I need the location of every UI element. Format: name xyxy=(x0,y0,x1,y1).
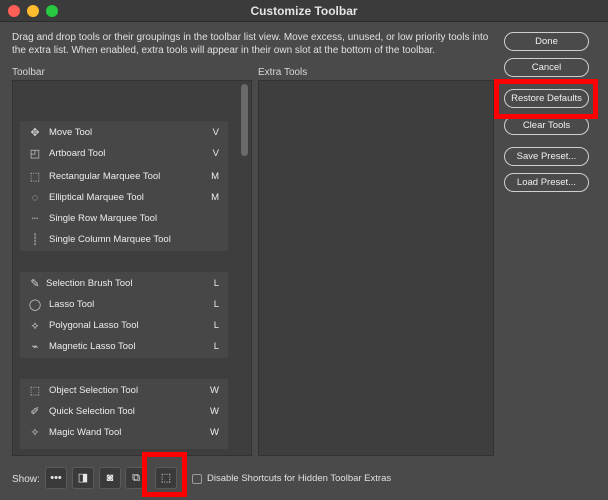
screen-mode-icon: ⧉ xyxy=(132,472,140,484)
tool-shortcut: W xyxy=(210,427,219,438)
tool-row[interactable]: ⌁ Magnetic Lasso Tool L xyxy=(20,337,228,358)
tool-shortcut: M xyxy=(211,192,219,203)
color-swatch-icon: ◨ xyxy=(77,472,89,484)
tool-name: Artboard Tool xyxy=(49,148,106,159)
show-label: Show: xyxy=(12,474,40,485)
move-icon: ✥ xyxy=(30,127,40,139)
tool-row[interactable]: ┈ Single Row Marquee Tool xyxy=(20,209,228,230)
tool-name: Polygonal Lasso Tool xyxy=(49,320,139,331)
load-preset-button[interactable]: Load Preset... xyxy=(504,173,589,192)
tool-name: Single Row Marquee Tool xyxy=(49,213,158,224)
tool-name: Quick Selection Tool xyxy=(49,406,135,417)
tool-name: Move Tool xyxy=(49,127,93,138)
tool-name: Rectangular Marquee Tool xyxy=(49,171,161,182)
tool-shortcut: L xyxy=(213,278,219,289)
tool-shortcut: W xyxy=(210,406,219,417)
lasso-icon: ◯ xyxy=(28,299,42,311)
instructions-text: Drag and drop tools or their groupings i… xyxy=(12,32,489,56)
extra-tools-list[interactable] xyxy=(258,80,494,456)
magic-wand-icon: ✧ xyxy=(30,427,40,439)
window-titlebar: Customize Toolbar xyxy=(0,0,608,22)
tool-shortcut: V xyxy=(212,148,219,159)
toolbar-list-scrollbar[interactable] xyxy=(241,84,248,156)
tool-group-selection[interactable]: ⬚ Object Selection Tool W ✐ Quick Select… xyxy=(20,379,228,449)
tool-group-marquee[interactable]: ⬚ Rectangular Marquee Tool M ◌ Elliptica… xyxy=(20,165,228,251)
tool-name: Single Column Marquee Tool xyxy=(49,234,171,245)
rect-marquee-icon: ⬚ xyxy=(29,171,41,183)
save-preset-button[interactable]: Save Preset... xyxy=(504,147,589,166)
tool-shortcut: V xyxy=(212,127,219,138)
tool-name: Selection Brush Tool xyxy=(46,278,133,289)
tool-row[interactable]: ⬚ Rectangular Marquee Tool M xyxy=(20,167,228,188)
toolbar-list-label: Toolbar xyxy=(12,67,45,78)
artboard-icon: ◰ xyxy=(29,148,41,160)
more-tools-button[interactable]: ••• xyxy=(45,467,67,489)
tool-row[interactable]: ⬚ Object Selection Tool W xyxy=(20,381,228,402)
tool-shortcut: M xyxy=(211,171,219,182)
tool-name: Magic Wand Tool xyxy=(49,427,122,438)
quick-mask-icon: ◙ xyxy=(106,472,114,484)
tool-shortcut: W xyxy=(210,385,219,396)
row-marquee-icon: ┈ xyxy=(31,213,39,225)
tool-name: Lasso Tool xyxy=(49,299,95,310)
object-selection-icon: ⬚ xyxy=(29,385,41,397)
extra-tools-label: Extra Tools xyxy=(258,67,308,78)
quick-selection-icon: ✐ xyxy=(30,406,40,418)
window-title: Customize Toolbar xyxy=(250,4,358,18)
column-marquee-icon: ┊ xyxy=(31,234,39,246)
tool-row[interactable]: ✧ Magic Wand Tool W xyxy=(20,423,228,444)
selection-brush-icon: ✎ xyxy=(30,278,40,290)
tool-shortcut: L xyxy=(213,299,219,310)
tool-name: Object Selection Tool xyxy=(49,385,139,396)
tool-row[interactable]: ✎ Selection Brush Tool L xyxy=(20,274,228,295)
tool-name: Elliptical Marquee Tool xyxy=(49,192,144,203)
tool-row[interactable]: ✥ Move Tool V xyxy=(20,123,228,144)
tool-group-move[interactable]: ✥ Move Tool V ◰ Artboard Tool V xyxy=(20,121,228,167)
toolbar-list[interactable]: ✥ Move Tool V ◰ Artboard Tool V ⬚ Rectan… xyxy=(12,80,252,456)
quick-mask-button[interactable]: ◙ xyxy=(99,467,121,489)
magnetic-lasso-icon: ⌁ xyxy=(31,341,39,353)
tool-shortcut: L xyxy=(213,320,219,331)
done-button[interactable]: Done xyxy=(504,32,589,51)
tool-row[interactable]: ◯ Lasso Tool L xyxy=(20,295,228,316)
tool-name: Magnetic Lasso Tool xyxy=(49,341,136,352)
tool-row[interactable]: ┊ Single Column Marquee Tool xyxy=(20,230,228,251)
ellipse-marquee-icon: ◌ xyxy=(31,192,39,204)
quick-mask-highlight xyxy=(142,452,187,497)
foreground-background-button[interactable]: ◨ xyxy=(72,467,94,489)
tool-shortcut: L xyxy=(213,341,219,352)
tool-row[interactable]: ✐ Quick Selection Tool W xyxy=(20,402,228,423)
tool-row[interactable]: ◰ Artboard Tool V xyxy=(20,144,228,165)
disable-shortcuts-checkbox[interactable] xyxy=(192,474,202,484)
restore-defaults-highlight xyxy=(494,79,598,119)
tool-row[interactable]: ◌ Elliptical Marquee Tool M xyxy=(20,188,228,209)
tool-row[interactable]: ⟡ Polygonal Lasso Tool L xyxy=(20,316,228,337)
polygonal-lasso-icon: ⟡ xyxy=(31,320,39,332)
cancel-button[interactable]: Cancel xyxy=(504,58,589,77)
disable-shortcuts-label: Disable Shortcuts for Hidden Toolbar Ext… xyxy=(207,473,392,484)
tool-group-lasso[interactable]: ✎ Selection Brush Tool L ◯ Lasso Tool L … xyxy=(20,272,228,358)
